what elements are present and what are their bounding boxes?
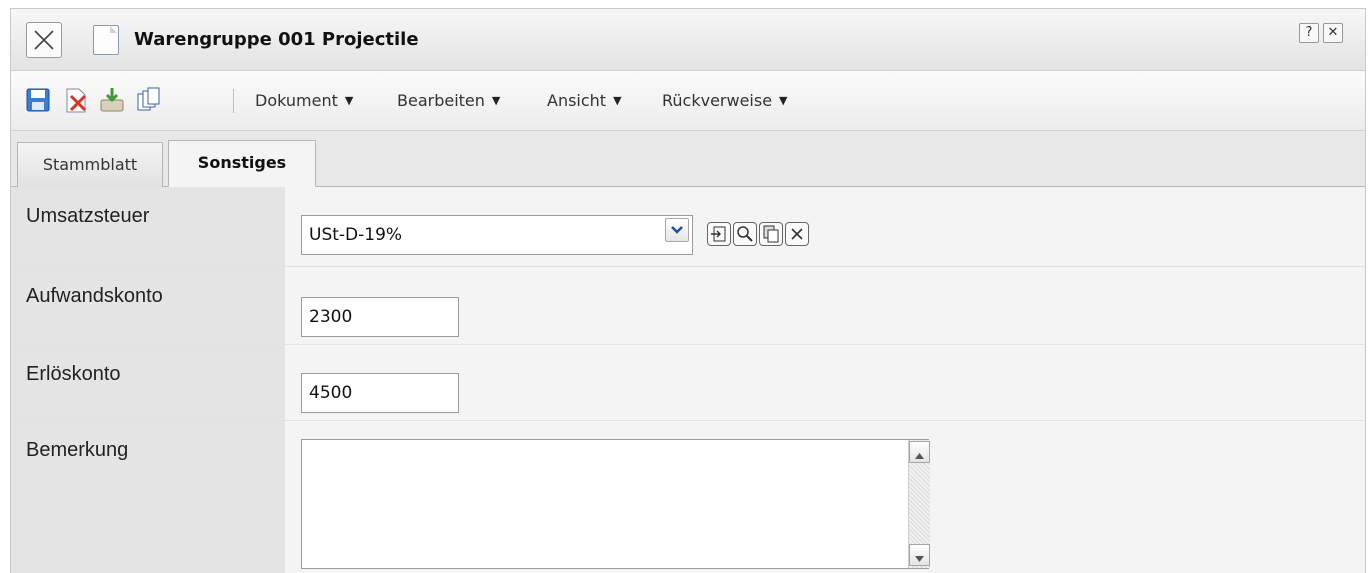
bemerkung-label: Bemerkung xyxy=(26,439,129,461)
menu-label: Ansicht xyxy=(547,91,607,110)
arrow-up-icon xyxy=(915,453,924,459)
save-icon[interactable] xyxy=(25,86,51,114)
open-link-button[interactable] xyxy=(707,222,731,246)
clear-icon xyxy=(791,228,803,240)
aufwandskonto-label: Aufwandskonto xyxy=(26,285,163,307)
select-dropdown-button[interactable] xyxy=(665,218,689,242)
title-bar: Warengruppe 001 Projectile ? ✕ xyxy=(11,9,1365,71)
tab-sonstiges[interactable]: Sonstiges xyxy=(168,140,316,187)
copy-icon xyxy=(763,225,779,243)
row-aufwandskonto: Aufwandskonto 2300 xyxy=(11,267,1365,345)
aufwandskonto-value: 2300 xyxy=(309,307,353,327)
export-icon[interactable] xyxy=(99,86,125,114)
menu-bearbeiten[interactable]: Bearbeiten ▼ xyxy=(397,91,500,110)
textarea-scrollbar[interactable] xyxy=(908,440,930,568)
toolbar-separator xyxy=(233,89,234,113)
label-cell: Erlöskonto xyxy=(11,345,285,420)
umsatzsteuer-value: USt-D-19% xyxy=(309,225,403,245)
dropdown-caret-icon: ▼ xyxy=(613,94,622,107)
row-bemerkung: Bemerkung xyxy=(11,421,1365,573)
dropdown-caret-icon: ▼ xyxy=(779,94,788,107)
document-icon xyxy=(93,25,119,55)
row-erloeskonto: Erlöskonto 4500 xyxy=(11,345,1365,421)
label-cell: Umsatzsteuer xyxy=(11,187,285,266)
umsatzsteuer-select[interactable]: USt-D-19% xyxy=(301,215,693,255)
bemerkung-textarea[interactable] xyxy=(301,439,930,569)
scroll-down-button[interactable] xyxy=(909,544,930,566)
tab-strip: Stammblatt Sonstiges xyxy=(11,131,1365,187)
menu-dokument[interactable]: Dokument ▼ xyxy=(255,91,353,110)
scroll-up-button[interactable] xyxy=(909,441,930,463)
aufwandskonto-input[interactable]: 2300 xyxy=(301,297,459,337)
label-cell: Aufwandskonto xyxy=(11,267,285,344)
menu-rueckverweise[interactable]: Rückverweise ▼ xyxy=(662,91,788,110)
clear-button[interactable] xyxy=(785,222,809,246)
copy-button[interactable] xyxy=(759,222,783,246)
copy-icon[interactable] xyxy=(135,86,161,114)
menu-label: Dokument xyxy=(255,91,338,110)
delete-document-icon[interactable] xyxy=(63,86,89,114)
tab-stammblatt[interactable]: Stammblatt xyxy=(17,142,163,187)
umsatzsteuer-label: Umsatzsteuer xyxy=(26,205,150,227)
erloeskonto-label: Erlöskonto xyxy=(26,363,121,385)
close-icon xyxy=(34,30,54,50)
open-link-icon xyxy=(711,226,726,242)
search-button[interactable] xyxy=(733,222,757,246)
dropdown-caret-icon: ▼ xyxy=(491,94,501,107)
menu-label: Rückverweise xyxy=(662,91,773,110)
document-window: Warengruppe 001 Projectile ? ✕ Dokument ▼ xyxy=(10,8,1366,573)
dropdown-caret-icon: ▼ xyxy=(344,94,354,107)
erloeskonto-input[interactable]: 4500 xyxy=(301,373,459,413)
close-document-button[interactable] xyxy=(26,22,62,58)
window-title: Warengruppe 001 Projectile xyxy=(134,29,419,50)
help-button[interactable]: ? xyxy=(1299,23,1319,43)
label-cell: Bemerkung xyxy=(11,421,285,573)
chevron-down-icon xyxy=(671,226,683,234)
arrow-down-icon xyxy=(915,556,924,562)
erloeskonto-value: 4500 xyxy=(309,383,353,403)
toolbar: Dokument ▼ Bearbeiten ▼ Ansicht ▼ Rückverwe… xyxy=(11,71,1365,131)
row-umsatzsteuer: Umsatzsteuer USt-D-19% xyxy=(11,187,1365,267)
search-icon xyxy=(737,226,753,242)
window-close-button[interactable]: ✕ xyxy=(1323,23,1343,43)
menu-ansicht[interactable]: Ansicht ▼ xyxy=(547,91,622,110)
menu-label: Bearbeiten xyxy=(397,91,485,110)
